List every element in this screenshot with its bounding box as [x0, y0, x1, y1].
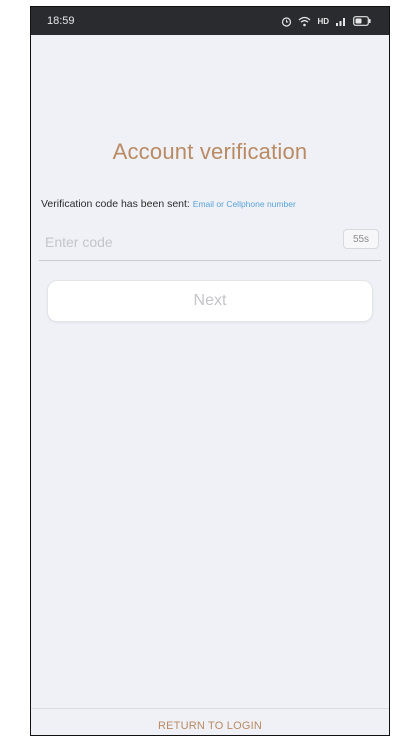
- page-title: Account verification: [112, 139, 308, 164]
- battery-icon: [353, 16, 371, 26]
- phone-screen: 18:59 HD Account verification Verificati…: [30, 6, 390, 736]
- sent-message-text: Verification code has been sent:: [41, 198, 190, 210]
- footer-divider: [31, 708, 389, 709]
- verification-code-input[interactable]: [43, 228, 287, 256]
- sent-destination: Email or Cellphone number: [192, 199, 296, 209]
- code-sent-message: Verification code has been sent: Email o…: [41, 198, 383, 210]
- resend-countdown[interactable]: 55s: [343, 229, 379, 249]
- status-icons: HD: [281, 16, 371, 27]
- hd-signal-icon: HD: [317, 16, 329, 26]
- alarm-icon: [281, 16, 292, 27]
- next-button[interactable]: Next: [47, 280, 373, 322]
- status-time: 18:59: [47, 15, 75, 27]
- code-field-row: 55s: [39, 225, 381, 261]
- signal-icon: [335, 16, 347, 27]
- wifi-icon: [298, 16, 311, 27]
- status-bar: 18:59 HD: [31, 7, 389, 35]
- return-to-login-link[interactable]: RETURN TO LOGIN: [31, 720, 389, 732]
